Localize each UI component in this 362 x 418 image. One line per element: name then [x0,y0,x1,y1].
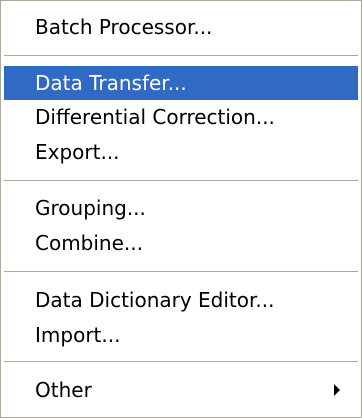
menu-item-import[interactable]: Import... [4,318,358,352]
menu-separator [4,271,358,273]
menu-item-label: Other [35,378,92,402]
menu-item-other[interactable]: Other [4,373,358,407]
menu-item-label: Export... [35,140,120,164]
context-menu: Batch Processor... Data Transfer... Diff… [0,0,362,418]
menu-item-data-dictionary-editor[interactable]: Data Dictionary Editor... [4,283,358,317]
menu-separator [4,55,358,57]
menu-item-label: Data Dictionary Editor... [35,288,275,312]
menu-item-grouping[interactable]: Grouping... [4,191,358,225]
menu-item-batch-processor[interactable]: Batch Processor... [4,10,358,44]
menu-separator [4,361,358,363]
submenu-arrow-icon [334,384,340,396]
menu-item-label: Import... [35,323,121,347]
menu-item-label: Combine... [35,231,143,255]
menu-item-differential-correction[interactable]: Differential Correction... [4,100,358,134]
menu-separator [4,180,358,182]
menu-item-export[interactable]: Export... [4,135,358,169]
menu-item-label: Data Transfer... [35,71,187,95]
menu-item-combine[interactable]: Combine... [4,226,358,260]
menu-item-label: Batch Processor... [35,15,213,39]
menu-item-label: Grouping... [35,196,146,220]
menu-item-data-transfer[interactable]: Data Transfer... [4,66,358,100]
menu-item-label: Differential Correction... [35,105,275,129]
